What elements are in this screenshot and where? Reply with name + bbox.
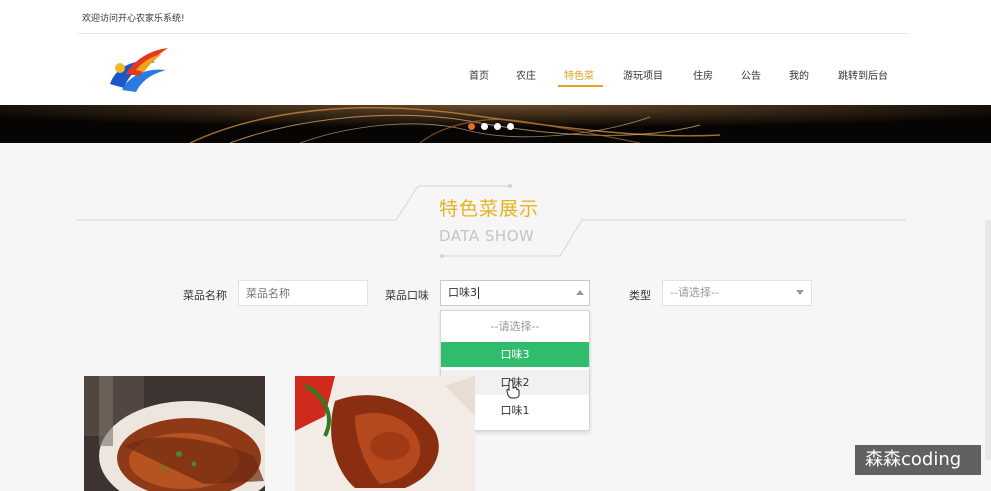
carousel-dot-2[interactable] — [481, 123, 488, 130]
fish-dish-image — [84, 376, 265, 491]
type-select[interactable]: --请选择-- — [662, 280, 812, 306]
nav-item-specialty-dishes[interactable]: 特色菜 — [564, 67, 594, 82]
type-label: 类型 — [629, 289, 651, 302]
header-divider — [78, 33, 908, 34]
nav-item-notice[interactable]: 公告 — [741, 67, 761, 82]
dish-name-label: 菜品名称 — [183, 289, 227, 302]
main-nav: 首页 农庄 特色菜 游玩项目 住房 公告 我的 跳转到后台 — [0, 67, 991, 91]
nav-item-mine[interactable]: 我的 — [789, 67, 809, 82]
dish-card-image-1[interactable] — [84, 376, 265, 491]
carousel-dot-4[interactable] — [507, 123, 514, 130]
watermark-label: 森森coding — [855, 445, 981, 475]
text-cursor — [478, 287, 479, 299]
hand-cursor-icon — [506, 379, 520, 399]
dish-taste-value: 口味3 — [448, 286, 477, 299]
chevron-down-icon — [796, 290, 804, 295]
carousel-dot-3[interactable] — [494, 123, 501, 130]
dish-taste-label: 菜品口味 — [385, 289, 429, 302]
dish-name-input[interactable] — [238, 280, 368, 306]
scrollbar[interactable] — [985, 220, 991, 460]
nav-item-housing[interactable]: 住房 — [693, 67, 713, 82]
duck-neck-dish-image — [295, 376, 475, 491]
nav-item-home[interactable]: 首页 — [469, 67, 489, 82]
dish-taste-select[interactable]: 口味3 — [440, 280, 590, 306]
nav-item-activities[interactable]: 游玩项目 — [623, 67, 663, 82]
chevron-up-icon — [576, 290, 584, 295]
welcome-text: 欢迎访问开心农家乐系统! — [82, 14, 185, 24]
section-subtitle: DATA SHOW — [439, 227, 535, 245]
taste-option-placeholder[interactable]: --请选择-- — [441, 314, 589, 339]
nav-active-indicator — [558, 85, 603, 87]
dish-card-image-2[interactable] — [295, 376, 475, 491]
nav-item-farm[interactable]: 农庄 — [516, 67, 536, 82]
carousel-dot-1[interactable] — [468, 123, 475, 130]
section-title: 特色菜展示 — [439, 198, 540, 220]
taste-option-3[interactable]: 口味3 — [441, 342, 589, 367]
nav-item-admin[interactable]: 跳转到后台 — [838, 67, 888, 82]
